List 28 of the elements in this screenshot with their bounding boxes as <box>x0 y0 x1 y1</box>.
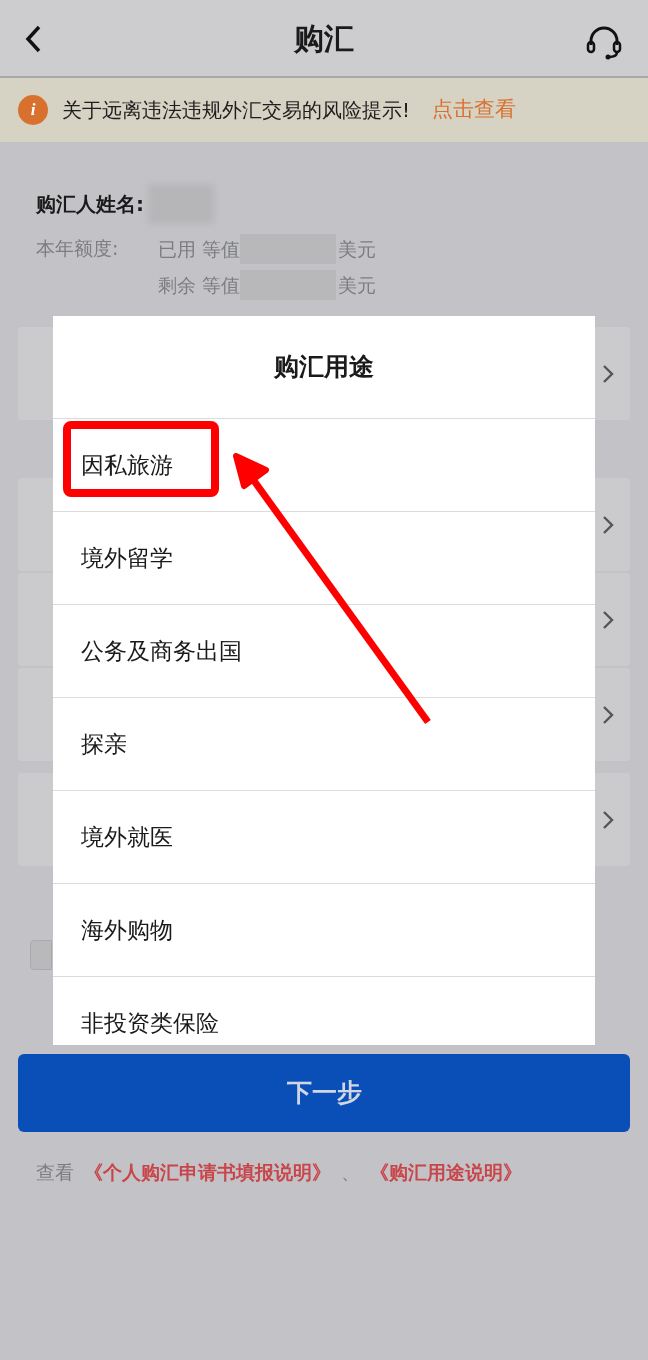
purpose-option[interactable]: 因私旅游 <box>81 447 173 483</box>
info-icon: i <box>18 95 48 125</box>
buyer-name-label: 购汇人姓名: <box>36 191 144 218</box>
quota-label: 本年额度: <box>36 236 120 261</box>
purpose-option[interactable]: 境外留学 <box>81 540 173 576</box>
chevron-right-icon <box>602 809 614 830</box>
purpose-option[interactable]: 公务及商务出国 <box>81 633 242 669</box>
picker-title: 购汇用途 <box>274 351 374 384</box>
chevron-right-icon <box>602 609 614 630</box>
risk-notice: 关于远离违法违规外汇交易的风险提示! <box>62 97 411 124</box>
checkbox[interactable] <box>30 940 52 970</box>
purpose-option[interactable]: 海外购物 <box>81 912 173 948</box>
chevron-right-icon <box>602 704 614 725</box>
back-icon[interactable] <box>24 25 42 53</box>
quota-unit: 美元 <box>338 236 377 262</box>
purpose-option[interactable]: 探亲 <box>81 726 127 762</box>
chevron-right-icon <box>602 514 614 535</box>
purpose-option[interactable]: 境外就医 <box>81 819 173 855</box>
separator: 、 <box>341 1160 360 1185</box>
page-title: 购汇 <box>294 19 354 58</box>
footer-prefix: 查看 <box>36 1160 74 1185</box>
purpose-option[interactable]: 非投资类保险 <box>81 1005 219 1041</box>
headset-icon[interactable] <box>586 26 622 60</box>
quota-prefix: 已用 等值 <box>158 236 241 262</box>
next-button[interactable]: 下一步 <box>18 1054 630 1132</box>
chevron-right-icon <box>602 363 614 384</box>
quota-prefix: 剩余 等值 <box>158 272 241 298</box>
quota-unit: 美元 <box>338 272 377 298</box>
